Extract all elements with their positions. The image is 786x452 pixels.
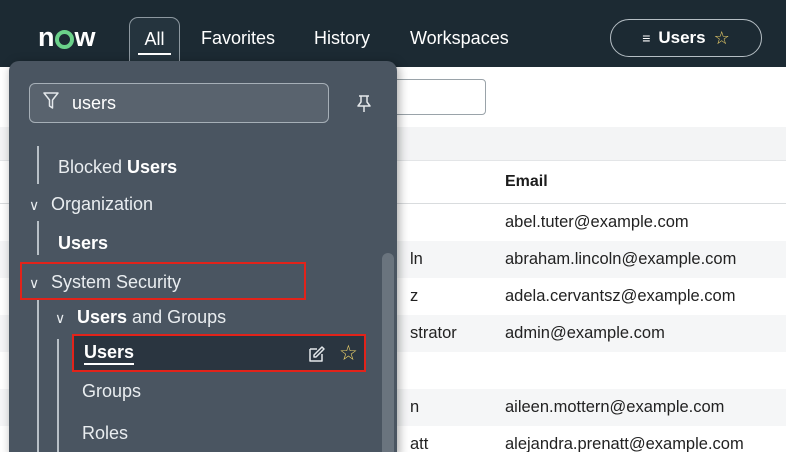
cell-name: ln <box>410 250 423 268</box>
edit-icon[interactable] <box>308 345 326 363</box>
context-users-pill[interactable]: ≡ Users ☆ <box>610 19 762 57</box>
context-pill-label: Users <box>658 28 706 47</box>
tree-guide-line <box>57 339 59 452</box>
menu-section-organization[interactable]: ∨ Organization <box>29 194 153 215</box>
menu-item-blocked-users[interactable]: Blocked Users <box>58 157 177 178</box>
column-header-email[interactable]: Email <box>505 173 548 191</box>
cell-name: n <box>410 398 420 416</box>
pin-icon[interactable] <box>356 95 372 113</box>
menu-item-groups[interactable]: Groups <box>82 381 141 402</box>
cell-email: adela.cervantsz@example.com <box>505 287 736 305</box>
cell-email: abel.tuter@example.com <box>505 213 689 231</box>
menu-item-users-label: Users <box>84 342 135 365</box>
servicenow-logo[interactable]: nw <box>38 22 96 53</box>
filter-icon <box>30 91 72 115</box>
tab-workspaces[interactable]: Workspaces <box>410 17 509 61</box>
list-icon: ≡ <box>642 30 651 46</box>
cell-email: aileen.mottern@example.com <box>505 398 725 416</box>
cell-name: z <box>410 287 419 305</box>
menu-scrollbar[interactable] <box>382 253 394 452</box>
menu-item-roles[interactable]: Roles <box>82 423 128 444</box>
cell-email: admin@example.com <box>505 324 665 342</box>
filter-value: users <box>72 92 117 113</box>
menu-item-users-selected[interactable]: Users ☆ <box>72 334 366 372</box>
list-search-input[interactable] <box>384 79 486 115</box>
menu-item-organization-users[interactable]: Users <box>58 233 108 254</box>
chevron-down-icon: ∨ <box>29 197 40 213</box>
tab-favorites[interactable]: Favorites <box>201 17 275 61</box>
tree-guide-line <box>37 221 39 255</box>
tree-guide-line <box>37 299 39 452</box>
tree-guide-line <box>37 146 39 184</box>
top-navigation-bar: nw All Favorites History Workspaces ≡ Us… <box>0 0 786 67</box>
tab-all[interactable]: All <box>129 17 180 61</box>
cell-email: alejandra.prenatt@example.com <box>505 435 744 452</box>
menu-section-users-and-groups[interactable]: ∨ Users and Groups <box>55 307 226 328</box>
favorite-star-icon[interactable]: ☆ <box>339 341 358 366</box>
tab-history[interactable]: History <box>314 17 370 61</box>
highlight-system-security <box>20 262 306 300</box>
chevron-down-icon: ∨ <box>55 310 66 326</box>
all-menu-panel: users Blocked Users ∨ Organization Users … <box>9 61 397 452</box>
favorite-star-icon[interactable]: ☆ <box>714 28 730 49</box>
cell-name: strator <box>410 324 457 342</box>
cell-email: abraham.lincoln@example.com <box>505 250 737 268</box>
menu-filter-input[interactable]: users <box>29 83 329 123</box>
cell-name: att <box>410 435 429 452</box>
